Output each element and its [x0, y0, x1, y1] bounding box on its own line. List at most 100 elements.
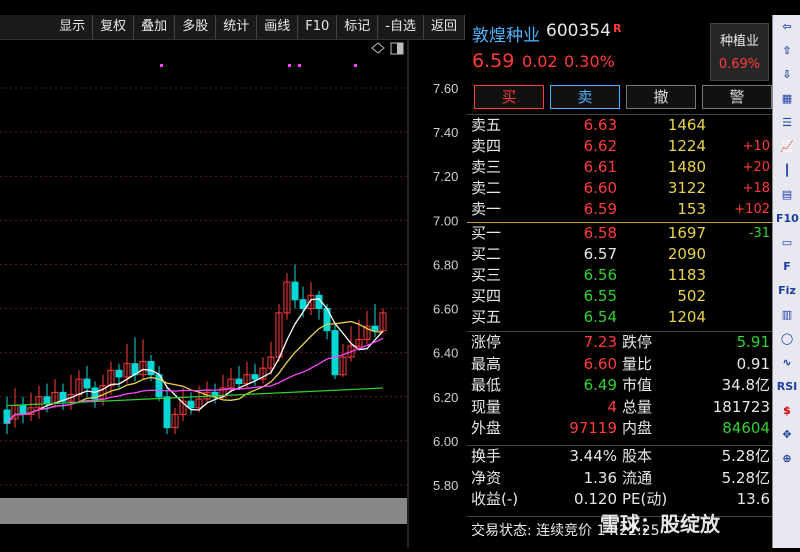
bid-price: 6.56 [583, 266, 617, 284]
watermark-text: 雪球：股绽放 [600, 512, 720, 536]
dollar-icon[interactable]: $ [776, 401, 798, 421]
candle-down [331, 330, 339, 376]
arrow-down-icon[interactable]: ⇩ [776, 65, 798, 85]
toolbar-mark-button[interactable]: 标记 [337, 15, 379, 39]
candle-down [19, 405, 27, 415]
ask-volume: 1224 [667, 137, 706, 155]
toolbar-back-button[interactable]: 返回 [424, 15, 465, 39]
f10-icon[interactable]: F10 [776, 209, 799, 229]
price-tick-label: 6.00 [433, 434, 458, 449]
grid-icon[interactable]: ▦ [776, 89, 798, 109]
signal-marker [288, 64, 291, 67]
stat-row: 换手 3.44% 股本 5.28亿 [467, 446, 772, 468]
stock-name[interactable]: 敦煌种业 [472, 21, 540, 46]
bid-price: 6.58 [583, 224, 617, 242]
move-icon[interactable]: ✥ [776, 425, 798, 445]
ask-price: 6.63 [583, 116, 617, 134]
stat-value: 3.44% [569, 447, 617, 465]
candle-down [115, 369, 123, 378]
ask-label: 卖一 [471, 200, 502, 218]
stat-row: 现量 4 总量 181723 [467, 397, 772, 419]
circle-icon[interactable]: ◯ [776, 329, 798, 349]
candle-down [235, 378, 243, 385]
ask-label: 卖三 [471, 158, 502, 176]
stat-label: 现量 [471, 397, 502, 416]
quote-panel: 敦煌种业 600354 R 6.59 0.02 0.30% 种植业 0.69% … [467, 15, 772, 548]
stat-label: 跌停 [622, 333, 653, 351]
alert-button[interactable]: 警 [702, 85, 772, 109]
diamond-icon[interactable] [371, 42, 385, 54]
bid-row[interactable]: 买三 6.56 1183 [467, 265, 772, 286]
f-icon[interactable]: F [776, 257, 798, 277]
stat-value: 6.60 [583, 354, 617, 373]
toolbar-f10-button[interactable]: F10 [298, 15, 338, 39]
chart-toolbar: 显示 复权 叠加 多股 统计 画线 F10 标记 -自选 返回 [0, 15, 465, 40]
sector-box[interactable]: 种植业 0.69% [710, 23, 769, 81]
bid-row[interactable]: 买五 6.54 1204 [467, 307, 772, 328]
candle-icon[interactable]: ┃ [776, 161, 798, 181]
stat-label: 量比 [622, 354, 653, 373]
table-icon[interactable]: ▤ [776, 185, 798, 205]
stat-label: 换手 [471, 447, 502, 465]
price-tick-label: 7.60 [433, 81, 458, 96]
stat-label: 内盘 [622, 419, 653, 437]
stat-value: 5.28亿 [721, 468, 770, 487]
stat-value: 6.49 [583, 376, 617, 394]
toolbar-multi-stock-button[interactable]: 多股 [175, 15, 217, 39]
wave-icon[interactable]: ∿ [776, 353, 798, 373]
ask-price: 6.61 [583, 158, 617, 176]
sell-button[interactable]: 卖 [550, 85, 620, 109]
price-tick-label: 6.20 [433, 390, 458, 405]
toolbar-display-button[interactable]: 显示 [52, 15, 94, 39]
last-price: 6.59 [472, 50, 515, 72]
stat-label: 总量 [622, 397, 653, 416]
buy-button[interactable]: 买 [474, 85, 544, 109]
toolbar-adjust-button[interactable]: 复权 [93, 15, 135, 39]
bid-volume: 502 [677, 287, 706, 305]
sector-name: 种植业 [719, 34, 759, 49]
doc-icon[interactable]: ▭ [776, 233, 798, 253]
ask-label: 卖二 [471, 179, 502, 197]
chart-icon[interactable]: ▥ [776, 305, 798, 325]
line-chart-icon[interactable]: 📈 [776, 137, 798, 157]
rsi-icon[interactable]: RSI [776, 377, 798, 397]
price-tick-label: 6.40 [433, 346, 458, 361]
signal-marker [298, 64, 301, 67]
bid-row[interactable]: 买一 6.58 1697 -31 [467, 223, 772, 244]
candle-down [299, 299, 307, 310]
ask-row[interactable]: 卖二 6.60 3122 +18 [467, 178, 772, 199]
fiz-icon[interactable]: Fiz [776, 281, 798, 301]
price-tick-label: 7.20 [433, 169, 458, 184]
ask-row[interactable]: 卖一 6.59 153 +102 [467, 199, 772, 220]
stat-row: 净资 1.36 流通 5.28亿 [467, 468, 772, 490]
arrow-left-icon[interactable]: ⇦ [776, 17, 798, 37]
bid-row[interactable]: 买四 6.55 502 [467, 286, 772, 307]
bid-row[interactable]: 买二 6.57 2090 [467, 244, 772, 265]
signal-marker [160, 64, 163, 67]
panel-toggle-icon[interactable] [390, 42, 404, 55]
toolbar-remove-watchlist-button[interactable]: -自选 [378, 15, 424, 39]
price-tick-label: 7.40 [433, 125, 458, 140]
ask-delta: +18 [742, 181, 770, 196]
kline-chart[interactable]: 7.60 7.40 7.20 7.00 6.80 6.60 6.40 6.20 6.00 5.80 [0, 40, 465, 548]
toolbar-stats-button[interactable]: 统计 [216, 15, 258, 39]
toolbar-overlay-button[interactable]: 叠加 [134, 15, 176, 39]
stat-row: 最低 6.49 市值 34.8亿 [467, 375, 772, 397]
ask-row[interactable]: 卖五 6.63 1464 [467, 115, 772, 136]
toolbar-draw-button[interactable]: 画线 [257, 15, 299, 39]
arrow-up-icon[interactable]: ⇧ [776, 41, 798, 61]
stats-block-1: 涨停 7.23 跌停 5.91 最高 6.60 量比 0.91 最低 6.49 市值 34.8亿 现量 4… [467, 332, 772, 440]
ask-row[interactable]: 卖四 6.62 1224 +10 [467, 136, 772, 157]
stat-value: 97119 [569, 419, 617, 437]
candle-down [83, 378, 91, 389]
bid-volume: 1697 [667, 224, 706, 242]
cancel-order-button[interactable]: 撤 [626, 85, 696, 109]
ask-row[interactable]: 卖三 6.61 1480 +20 [467, 157, 772, 178]
price-tick-label: 5.80 [433, 478, 458, 493]
zoom-icon[interactable]: ⊕ [776, 449, 798, 469]
kline-chart-svg[interactable]: 7.60 7.40 7.20 7.00 6.80 6.60 6.40 6.20 6.00 5.80 [0, 40, 465, 548]
stat-label: 最高 [471, 354, 502, 373]
list-icon[interactable]: ☰ [776, 113, 798, 133]
ask-volume: 153 [677, 200, 706, 218]
bid-book: 买一 6.58 1697 -31 买二 6.57 2090 买三 6.56 1183 买四 6.55 5… [467, 223, 772, 328]
